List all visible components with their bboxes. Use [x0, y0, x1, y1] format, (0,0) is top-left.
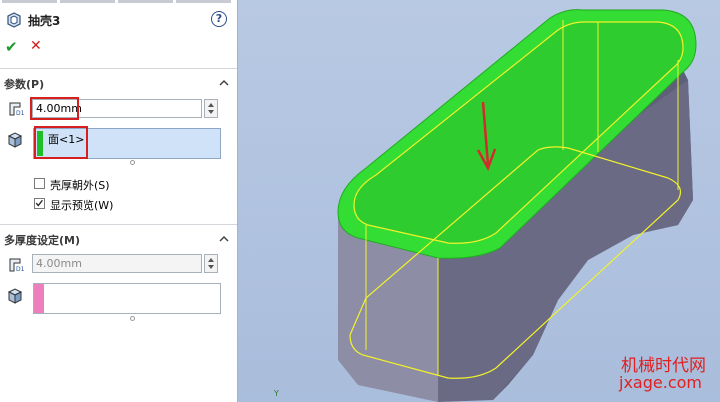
multi-faces-list[interactable]: [33, 283, 221, 314]
feature-title: 抽壳3: [28, 14, 61, 28]
multi-thickness-icon: D1: [9, 258, 24, 273]
panel-tabs: [0, 0, 237, 4]
shell-feature-icon: [7, 12, 21, 28]
graphics-viewport[interactable]: Y: [238, 0, 720, 402]
face-color-swatch: [34, 284, 44, 313]
thickness-spinner[interactable]: [204, 99, 218, 118]
resize-handle[interactable]: [130, 316, 135, 321]
multi-thickness-input[interactable]: 4.00mm: [32, 254, 202, 273]
tab-dim-manager[interactable]: [176, 0, 231, 3]
resize-handle[interactable]: [130, 160, 135, 165]
multi-thickness-spinner[interactable]: [204, 254, 218, 273]
ok-button[interactable]: ✔: [5, 38, 18, 56]
faces-to-remove-icon: [7, 132, 23, 148]
divider: [0, 224, 237, 225]
outward-label: 壳厚朝外(S): [50, 179, 110, 192]
svg-text:D1: D1: [16, 266, 24, 273]
tab-config-manager[interactable]: [118, 0, 173, 3]
check-icon: [35, 199, 43, 207]
triad-y-label: Y: [273, 389, 279, 398]
collapse-chevron-icon[interactable]: [219, 234, 229, 244]
collapse-chevron-icon[interactable]: [219, 78, 229, 88]
tab-feature-manager[interactable]: [2, 0, 57, 3]
preview-checkbox[interactable]: [34, 198, 45, 209]
section-title-multi-thickness: 多厚度设定(M): [4, 234, 81, 247]
tab-property-manager[interactable]: [60, 0, 115, 3]
property-manager-panel: 抽壳3 ? ✔ ✕ 参数(P) D1 4.00mm 面<1> 壳厚朝外(S) 显…: [0, 0, 238, 402]
svg-text:D1: D1: [16, 110, 24, 117]
preview-label: 显示预览(W): [50, 199, 114, 212]
outward-checkbox[interactable]: [34, 178, 45, 189]
shell-part-model[interactable]: Y: [238, 0, 720, 402]
thickness-icon: D1: [9, 102, 24, 117]
section-title-parameters: 参数(P): [4, 78, 45, 91]
highlight-box-thickness: [30, 97, 79, 120]
help-icon[interactable]: ?: [211, 11, 227, 27]
multi-faces-icon: [7, 288, 23, 304]
highlight-box-faces: [34, 126, 88, 159]
watermark-url: jxage.com: [619, 373, 702, 392]
cancel-button[interactable]: ✕: [30, 38, 42, 54]
divider: [0, 68, 237, 69]
